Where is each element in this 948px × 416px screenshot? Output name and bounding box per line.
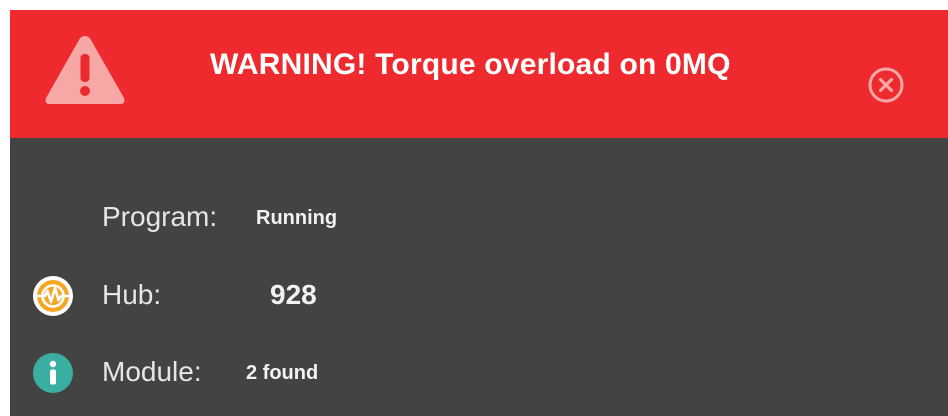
module-status-row: Module: 2 found [10, 350, 610, 396]
hub-icon [33, 276, 73, 316]
info-icon [33, 353, 73, 393]
status-body: Program: Running Hub: 928 Module: 2 foun… [10, 138, 948, 416]
hub-status-row: Hub: 928 [10, 273, 610, 319]
status-panel: WARNING! Torque overload on 0MQ Program:… [10, 10, 948, 416]
module-value: 2 found [246, 362, 319, 384]
hub-label: Hub: [102, 279, 162, 310]
program-label: Program: [102, 201, 218, 232]
program-status-row: Program: Running [10, 195, 610, 241]
warning-message: WARNING! Torque overload on 0MQ [210, 48, 731, 81]
warning-banner: WARNING! Torque overload on 0MQ [10, 10, 948, 138]
close-icon[interactable] [867, 66, 905, 104]
program-value: Running [256, 207, 338, 229]
warning-triangle-icon [45, 36, 125, 104]
hub-value: 928 [270, 279, 317, 310]
module-label: Module: [102, 356, 202, 387]
